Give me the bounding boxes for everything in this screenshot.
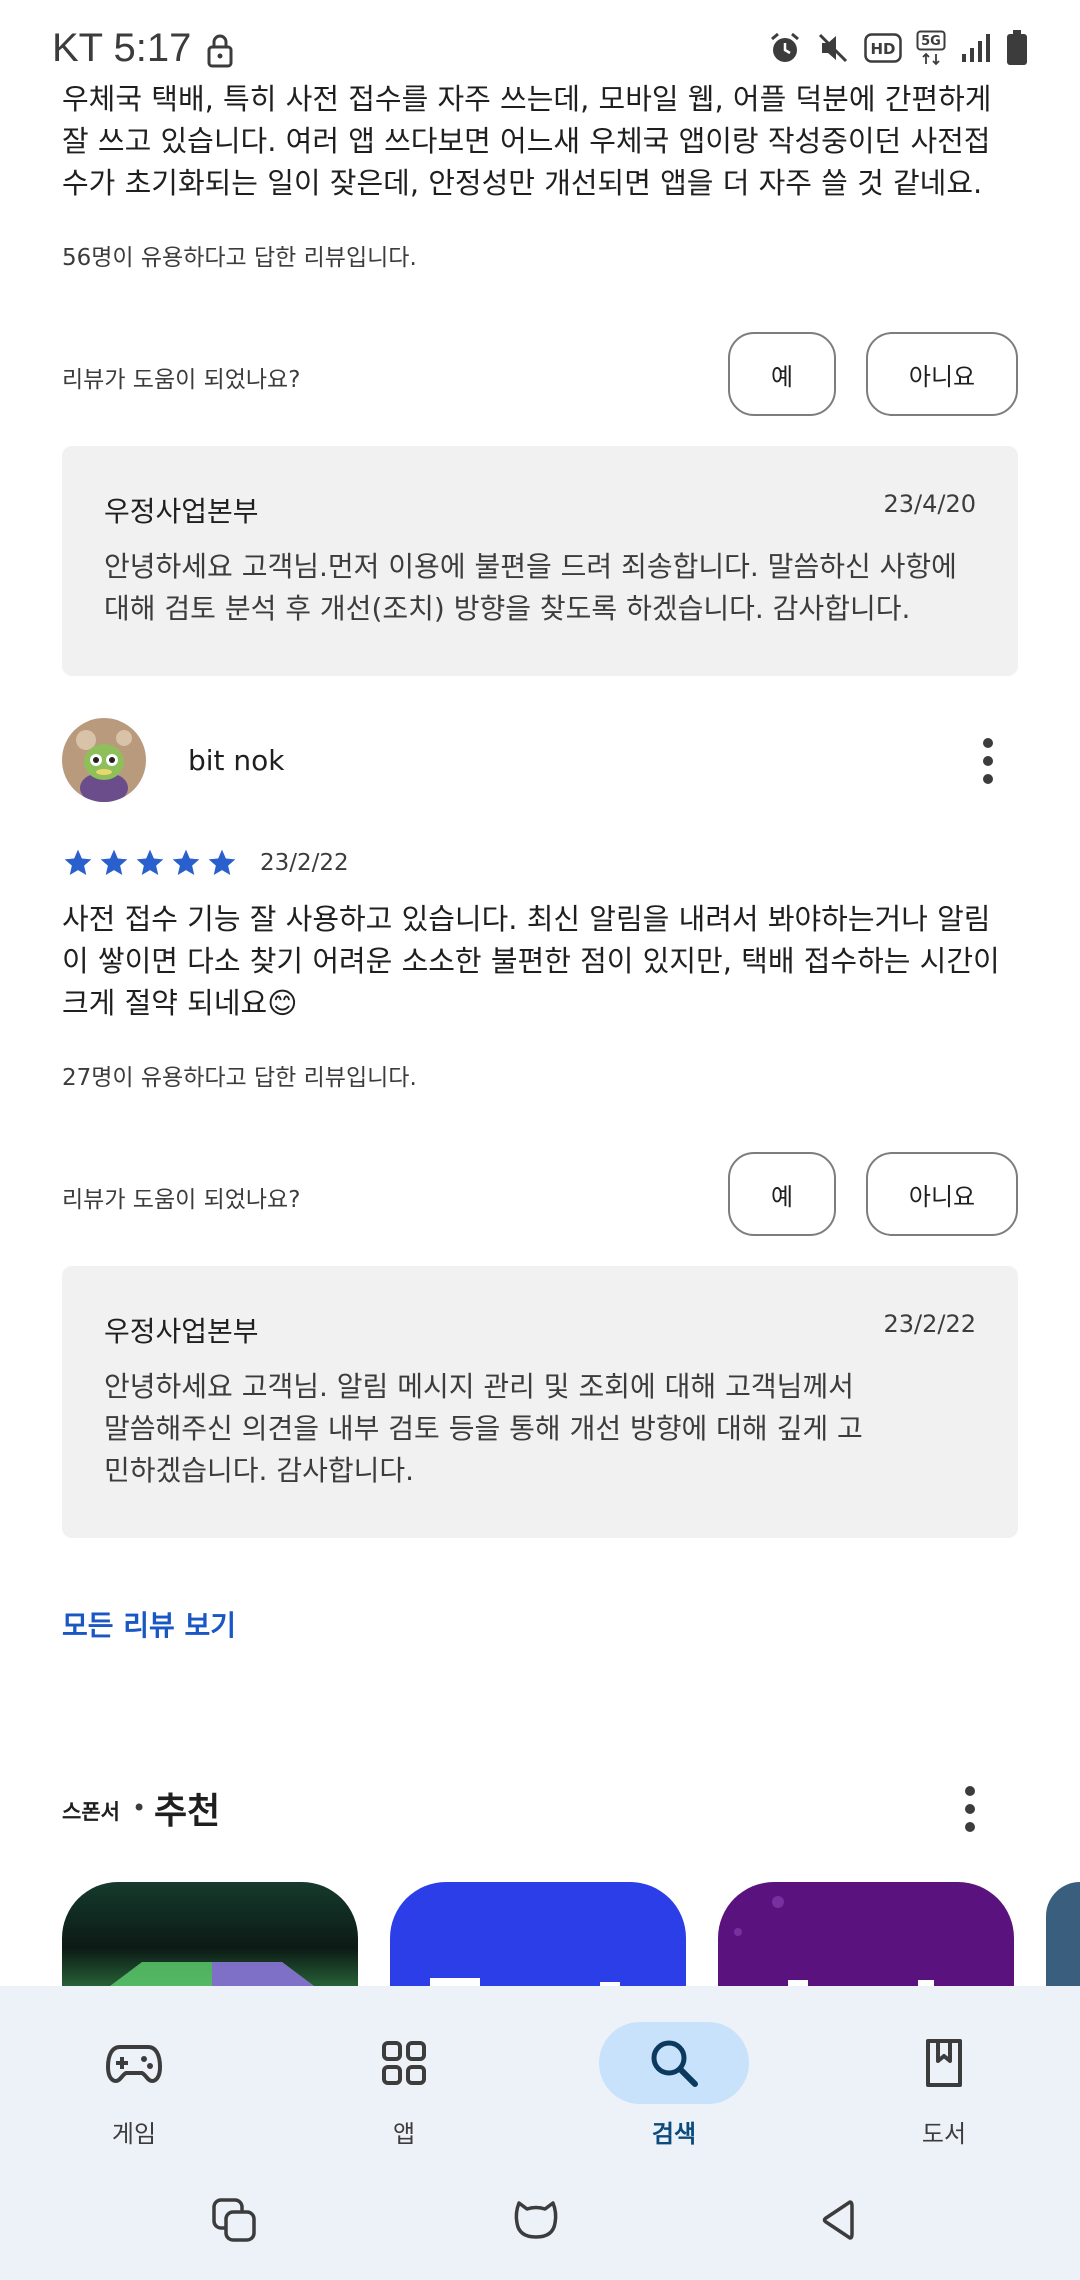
home-button[interactable]	[506, 2190, 566, 2250]
hd-icon: HD	[864, 33, 902, 63]
back-button[interactable]	[808, 2190, 868, 2250]
home-icon	[514, 2201, 558, 2239]
app-card[interactable]	[1046, 1882, 1080, 1992]
app-card[interactable]	[62, 1882, 358, 1992]
svg-text:5G: 5G	[921, 34, 941, 49]
reviewer-name: bit nok	[188, 744, 285, 777]
star-icon	[208, 849, 236, 875]
system-navigation-bar	[0, 2160, 1080, 2270]
helpful-no-button[interactable]: 아니요	[866, 1152, 1018, 1236]
book-icon	[926, 2039, 962, 2087]
apps-grid-icon	[382, 2041, 426, 2085]
section-title: 추천	[154, 1791, 221, 1832]
nav-label: 도서	[921, 2120, 967, 2148]
mute-icon	[818, 33, 848, 63]
status-time: KT 5:17	[52, 26, 192, 70]
svg-text:HD: HD	[870, 40, 895, 58]
gamepad-icon	[106, 2045, 162, 2084]
recommend-section-header: 스폰서 • 추천	[62, 1782, 1018, 1832]
signal-icon	[962, 34, 990, 62]
sponsor-label: 스폰서	[62, 1800, 120, 1824]
nav-label: 검색	[651, 2120, 697, 2148]
helpful-question-row: 리뷰가 도움이 되었나요? 예 아니요	[62, 332, 1018, 416]
star-rating	[62, 847, 238, 879]
more-options-icon[interactable]	[976, 736, 1000, 786]
reply-text: 안녕하세요 고객님. 알림 메시지 관리 및 조회에 대해 고객님께서 말씀해주…	[104, 1370, 863, 1487]
helpful-no-button[interactable]: 아니요	[866, 332, 1018, 416]
more-options-icon[interactable]	[958, 1784, 982, 1834]
review-body: 우체국 택배, 특히 사전 접수를 자주 쓰는데, 모바일 웹, 어플 덕분에 …	[62, 82, 992, 200]
reviewer-row: bit nok	[62, 718, 1018, 804]
helpful-question-row: 리뷰가 도움이 되었나요? 예 아니요	[62, 1152, 1018, 1236]
5g-icon: 5G	[916, 30, 946, 66]
developer-name: 우정사업본부	[104, 1315, 259, 1348]
reply-date: 23/4/20	[883, 490, 976, 518]
battery-icon	[1007, 30, 1027, 65]
developer-reply: 우정사업본부 23/4/20 안녕하세요 고객님.먼저 이용에 불편을 드려 죄…	[62, 446, 1018, 676]
search-icon	[651, 2040, 698, 2087]
recent-apps-button[interactable]	[204, 2190, 264, 2250]
star-icon	[100, 849, 128, 875]
status-icons: HD 5G	[768, 30, 1028, 66]
star-icon	[64, 849, 92, 875]
rating-row: 23/2/22	[62, 846, 349, 880]
developer-name: 우정사업본부	[104, 495, 259, 528]
reply-date: 23/2/22	[883, 1310, 976, 1338]
app-card[interactable]	[390, 1882, 686, 1992]
helpful-question: 리뷰가 도움이 되었나요?	[62, 367, 301, 393]
lock-icon	[207, 34, 233, 68]
helpful-count: 27명이 유용하다고 답한 리뷰입니다.	[62, 1065, 417, 1091]
nav-label: 게임	[111, 2120, 157, 2148]
see-all-reviews-link[interactable]: 모든 리뷰 보기	[62, 1604, 236, 1644]
back-icon	[822, 2200, 854, 2240]
review-body: 사전 접수 기능 잘 사용하고 있습니다. 최신 알림을 내려서 봐야하는거나 …	[62, 902, 1000, 1020]
helpful-question: 리뷰가 도움이 되었나요?	[62, 1187, 301, 1213]
star-icon	[136, 849, 164, 875]
avatar	[62, 718, 146, 802]
review-date: 23/2/22	[260, 850, 349, 876]
reply-text: 안녕하세요 고객님.먼저 이용에 불편을 드려 죄송합니다. 말씀하신 사항에 …	[104, 550, 957, 625]
helpful-yes-button[interactable]: 예	[728, 1152, 836, 1236]
app-card[interactable]	[718, 1882, 1014, 1992]
separator-dot: •	[132, 1794, 147, 1822]
nav-item-books[interactable]: 도서	[844, 2000, 1044, 2150]
nav-item-games[interactable]: 게임	[34, 2000, 234, 2150]
nav-item-apps[interactable]: 앱	[304, 2000, 504, 2150]
nav-label: 앱	[392, 2120, 416, 2148]
alarm-icon	[771, 32, 799, 62]
helpful-yes-button[interactable]: 예	[728, 332, 836, 416]
helpful-count: 56명이 유용하다고 답한 리뷰입니다.	[62, 245, 417, 271]
developer-reply: 우정사업본부 23/2/22 안녕하세요 고객님. 알림 메시지 관리 및 조회…	[62, 1266, 1018, 1538]
nav-item-search[interactable]: 검색	[574, 2000, 774, 2150]
star-icon	[172, 849, 200, 875]
recent-apps-icon	[212, 2198, 256, 2242]
